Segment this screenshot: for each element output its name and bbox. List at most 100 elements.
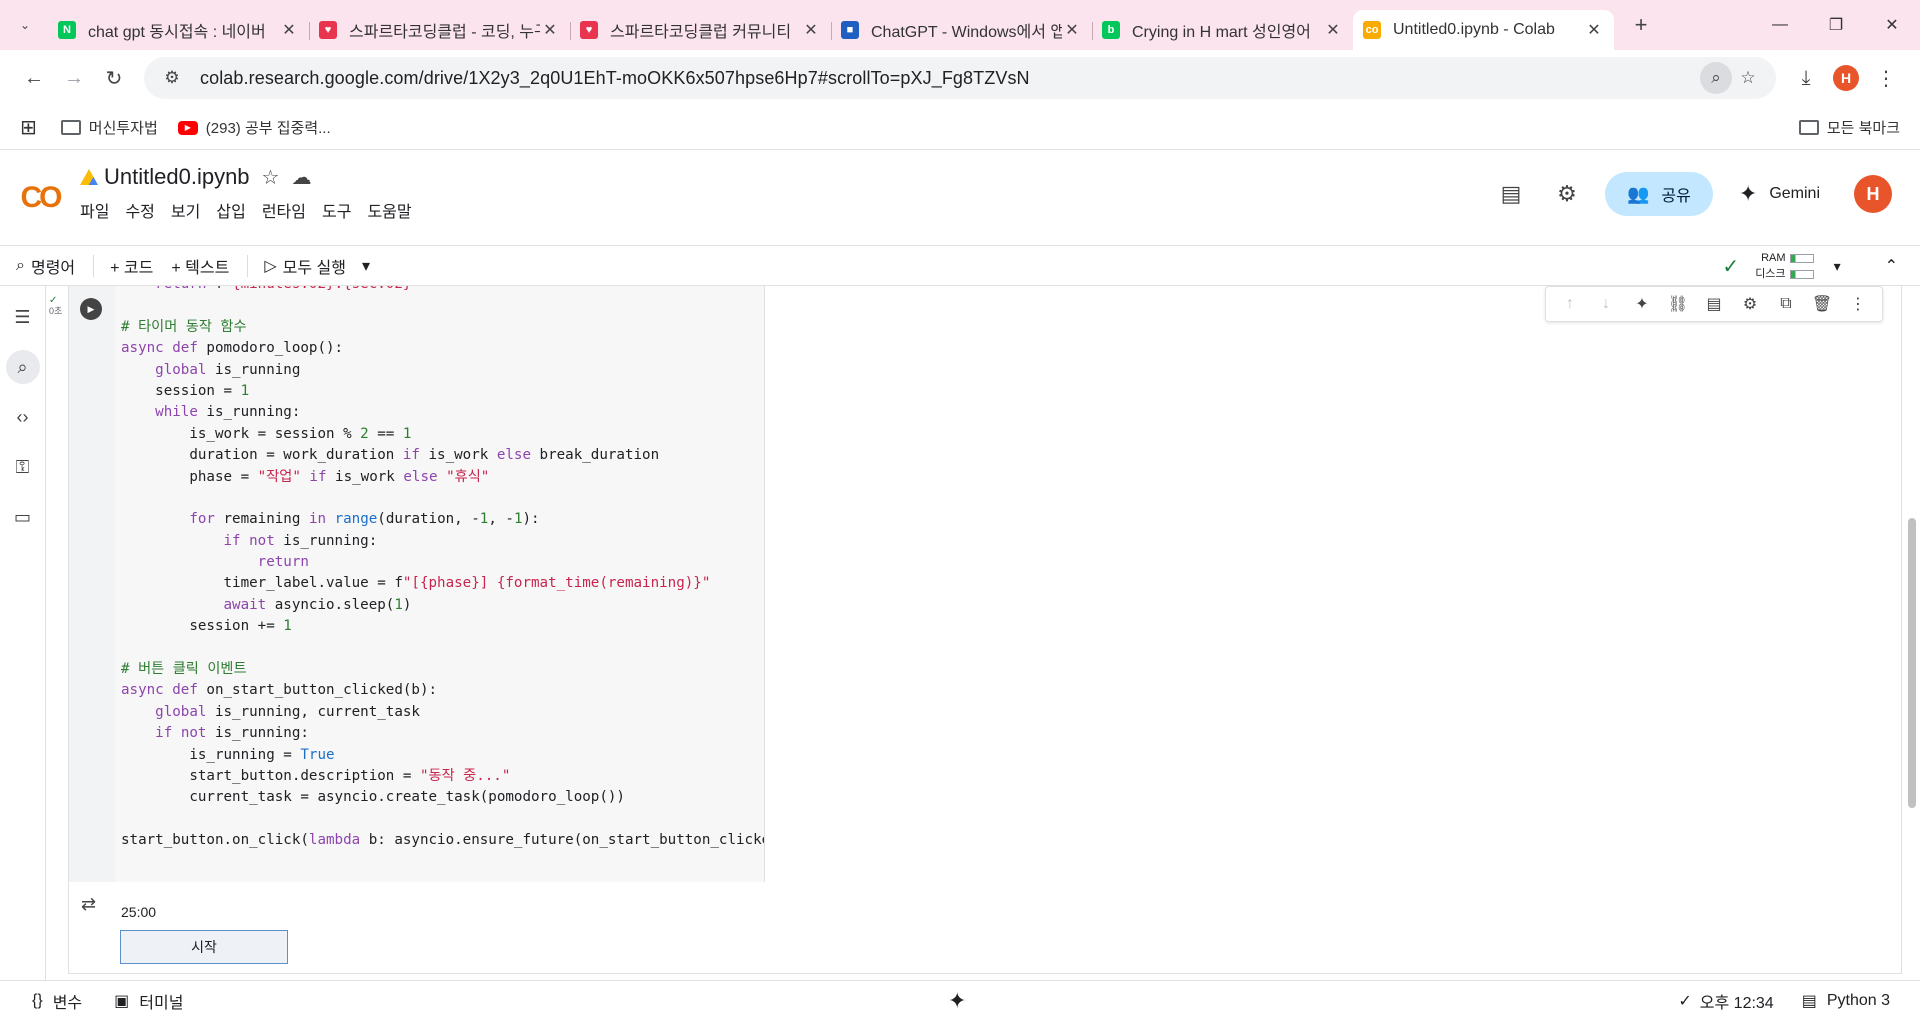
chevron-down-icon[interactable]: ▾ [362, 256, 370, 276]
chevron-up-icon[interactable]: ⌃ [1885, 256, 1898, 276]
profile-button[interactable]: H [1826, 58, 1866, 98]
output-options-icon[interactable]: ⇄ [81, 894, 96, 915]
code-line[interactable]: return f"{minutes:02}:{sec:02}" [121, 286, 764, 295]
bookmark-folder-item[interactable]: 머신투자법 [60, 117, 158, 138]
code-line[interactable] [121, 638, 764, 659]
gemini-button[interactable]: ✦ Gemini [1739, 181, 1820, 207]
settings-gear-icon[interactable]: ⚙ [1547, 174, 1587, 214]
apps-grid-icon[interactable]: ⊞ [20, 115, 37, 140]
menu-help[interactable]: 도움말 [367, 198, 411, 222]
share-button[interactable]: 👥 공유 [1605, 172, 1713, 216]
code-cell[interactable]: ✓0초 ▶ return f"{minutes:02}:{sec:02}" # … [49, 286, 1902, 974]
code-editor[interactable]: return f"{minutes:02}:{sec:02}" # 타이머 동작… [115, 286, 765, 882]
download-icon[interactable]: ⤓ [1786, 58, 1826, 98]
reload-button[interactable]: ↻ [94, 58, 134, 98]
code-line[interactable]: start_button.description = "동작 중..." [121, 766, 764, 787]
browser-tab[interactable]: ♥ 스파르타코딩클럽 커뮤니티 ✕ [570, 10, 831, 50]
code-line[interactable] [121, 809, 764, 830]
code-snippets-icon[interactable]: ‹› [6, 400, 40, 434]
code-line[interactable]: timer_label.value = f"[{phase}] {format_… [121, 573, 764, 594]
code-line[interactable]: for remaining in range(duration, -1, -1)… [121, 509, 764, 530]
link-icon[interactable]: ⛓ [1660, 294, 1696, 314]
code-line[interactable]: async def on_start_button_clicked(b): [121, 680, 764, 701]
code-line[interactable] [121, 295, 764, 316]
code-line[interactable]: global is_running [121, 360, 764, 381]
move-down-icon[interactable]: ↓ [1588, 295, 1624, 313]
browser-tab[interactable]: Nchat gpt 동시접속 : 네이버 ✕ [48, 10, 309, 50]
gemini-sparkle-icon[interactable]: ✦ [1624, 294, 1660, 314]
browser-tab[interactable]: b Crying in H mart 성인영어 ✕ [1092, 10, 1353, 50]
cloud-save-icon[interactable]: ☁ [291, 165, 311, 190]
code-line[interactable] [121, 488, 764, 509]
code-line[interactable]: global is_running, current_task [121, 702, 764, 723]
code-line[interactable]: duration = work_duration if is_work else… [121, 445, 764, 466]
code-line[interactable]: phase = "작업" if is_work else "휴식" [121, 467, 764, 488]
run-all-button[interactable]: ▷ 모두 실행 ▾ [264, 254, 370, 278]
code-line[interactable]: return [121, 552, 764, 573]
add-text-button[interactable]: + 텍스트 [171, 254, 229, 278]
bookmark-youtube-item[interactable]: ▶ (293) 공부 집중력... [177, 117, 331, 138]
code-line[interactable]: session = 1 [121, 381, 764, 402]
code-line[interactable]: is_running = True [121, 745, 764, 766]
comments-icon[interactable]: ▤ [1491, 174, 1531, 214]
scrollbar[interactable] [1908, 518, 1916, 808]
browser-tab[interactable]: co Untitled0.ipynb - Colab ✕ [1353, 10, 1614, 50]
url-text[interactable]: colab.research.google.com/drive/1X2y3_2q… [200, 68, 1700, 89]
code-line[interactable]: is_work = session % 2 == 1 [121, 424, 764, 445]
code-line[interactable]: while is_running: [121, 402, 764, 423]
code-line[interactable]: start_button.on_click(lambda b: asyncio.… [121, 830, 764, 851]
delete-icon[interactable]: 🗑 [1804, 294, 1840, 314]
back-button[interactable]: ← [14, 58, 54, 98]
site-info-icon[interactable]: ⚙ [156, 62, 188, 94]
start-button[interactable]: 시작 [120, 930, 288, 964]
menu-tools[interactable]: 도구 [322, 198, 351, 222]
close-tab-icon[interactable]: ✕ [1062, 20, 1082, 40]
close-tab-icon[interactable]: ✕ [1584, 20, 1604, 40]
forward-button[interactable]: → [54, 58, 94, 98]
variables-button[interactable]: {} 변수 [32, 989, 82, 1013]
code-line[interactable]: # 타이머 동작 함수 [121, 317, 764, 338]
google-drive-icon[interactable] [80, 169, 98, 185]
settings-gear-icon[interactable]: ⚙ [1732, 294, 1768, 314]
code-line[interactable]: await asyncio.sleep(1) [121, 595, 764, 616]
new-tab-button[interactable]: + [1626, 12, 1656, 38]
minimize-icon[interactable]: — [1752, 0, 1808, 50]
chevron-down-icon[interactable]: ▾ [1834, 258, 1841, 275]
close-window-icon[interactable]: ✕ [1864, 0, 1920, 50]
more-options-icon[interactable]: ⋮ [1840, 294, 1876, 314]
close-tab-icon[interactable]: ✕ [279, 20, 299, 40]
close-tab-icon[interactable]: ✕ [1323, 20, 1343, 40]
menu-view[interactable]: 보기 [171, 198, 200, 222]
find-replace-icon[interactable]: ⌕ [5, 350, 40, 384]
omnibox[interactable]: ⚙ colab.research.google.com/drive/1X2y3_… [144, 57, 1776, 99]
add-code-button[interactable]: + 코드 [110, 254, 153, 278]
zoom-icon[interactable]: ⌕ [1700, 62, 1732, 94]
code-line[interactable]: if not is_running: [121, 531, 764, 552]
notebook-title[interactable]: Untitled0.ipynb [104, 164, 250, 190]
menu-insert[interactable]: 삽입 [216, 198, 245, 222]
terminal-button[interactable]: ▣ 터미널 [114, 989, 183, 1013]
mirror-cell-icon[interactable]: ⧉ [1768, 295, 1804, 313]
tab-search-chevron-icon[interactable]: ⌄ [12, 12, 38, 38]
account-avatar[interactable]: H [1854, 175, 1892, 213]
menu-edit[interactable]: 수정 [125, 198, 154, 222]
move-up-icon[interactable]: ↑ [1552, 295, 1588, 313]
all-bookmarks[interactable]: 모든 북마크 [1798, 117, 1900, 138]
code-line[interactable]: current_task = asyncio.create_task(pomod… [121, 787, 764, 808]
browser-tab[interactable]: ■ ChatGPT - Windows에서 앱 ✕ [831, 10, 1092, 50]
files-folder-icon[interactable]: ▭ [6, 500, 40, 534]
bookmark-star-icon[interactable]: ☆ [1732, 62, 1764, 94]
comment-icon[interactable]: ▤ [1696, 294, 1732, 314]
gemini-sparkle-icon[interactable]: ✦ [948, 988, 966, 1014]
secrets-key-icon[interactable]: ⚿ [6, 450, 40, 484]
code-line[interactable]: session += 1 [121, 616, 764, 637]
browser-tab[interactable]: ♥ 스파르타코딩클럽 - 코딩, 누구나✕ [309, 10, 570, 50]
restore-icon[interactable]: ❐ [1808, 0, 1864, 50]
menu-runtime[interactable]: 런타임 [262, 198, 306, 222]
code-line[interactable]: # 버튼 클릭 이벤트 [121, 659, 764, 680]
colab-logo[interactable]: CO [0, 150, 80, 245]
command-palette-button[interactable]: ⌕ 명령어 [16, 254, 75, 278]
code-line[interactable]: if not is_running: [121, 723, 764, 744]
runtime-label[interactable]: Python 3 [1827, 992, 1890, 1010]
browser-menu-icon[interactable]: ⋮ [1866, 58, 1906, 98]
